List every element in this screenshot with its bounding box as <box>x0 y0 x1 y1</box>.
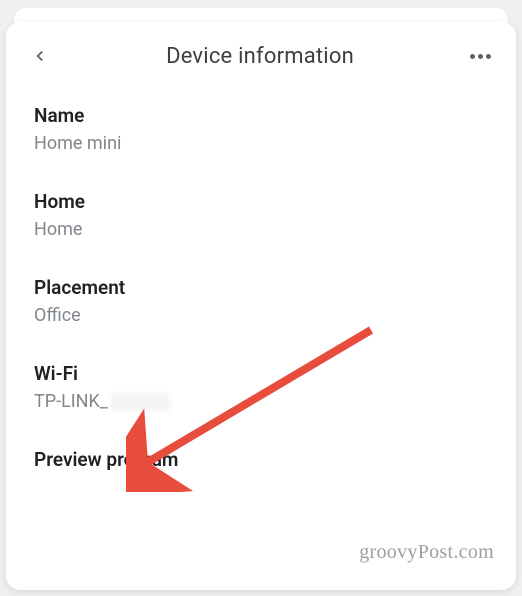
placement-value: Office <box>34 305 488 326</box>
main-card: Device information Name Home mini Home H… <box>6 22 516 590</box>
back-button[interactable] <box>24 40 56 72</box>
wifi-value: TP-LINK_ <box>34 391 108 412</box>
page-title: Device information <box>56 44 464 69</box>
home-section[interactable]: Home Home <box>34 190 488 240</box>
placement-section[interactable]: Placement Office <box>34 276 488 326</box>
name-section[interactable]: Name Home mini <box>34 104 488 154</box>
watermark-text: groovyPost.com <box>359 541 494 564</box>
wifi-label: Wi-Fi <box>34 362 488 385</box>
content-area: Name Home mini Home Home Placement Offic… <box>6 86 516 471</box>
chevron-left-icon <box>31 47 49 65</box>
preview-program-label: Preview program <box>34 448 488 471</box>
wifi-section[interactable]: Wi-Fi TP-LINK_ <box>34 362 488 412</box>
name-value: Home mini <box>34 133 488 154</box>
more-options-button[interactable] <box>464 40 496 72</box>
home-label: Home <box>34 190 488 213</box>
wifi-redacted <box>110 393 170 411</box>
placement-label: Placement <box>34 276 488 299</box>
wifi-value-row: TP-LINK_ <box>34 391 488 412</box>
name-label: Name <box>34 104 488 127</box>
header-bar: Device information <box>6 22 516 86</box>
home-value: Home <box>34 219 488 240</box>
dots-horizontal-icon <box>470 54 475 59</box>
preview-program-section[interactable]: Preview program <box>34 448 488 471</box>
